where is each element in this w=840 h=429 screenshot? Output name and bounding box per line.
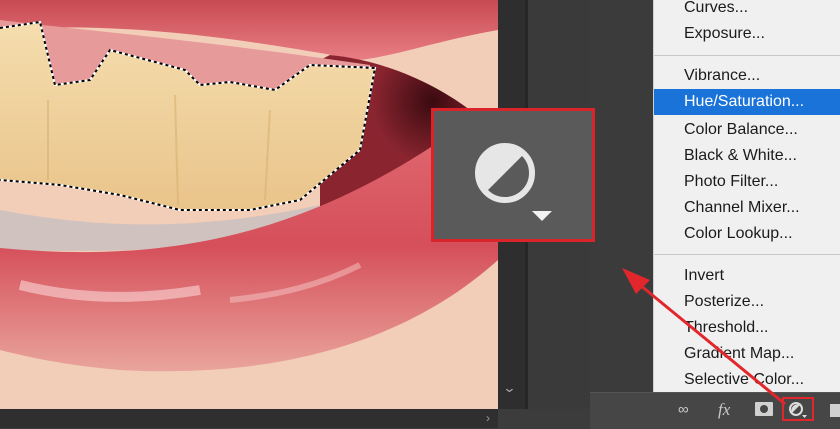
menu-item-color-lookup[interactable]: Color Lookup... xyxy=(654,221,840,247)
menu-item-black-white[interactable]: Black & White... xyxy=(654,143,840,169)
link-icon[interactable]: ∞ xyxy=(678,401,689,419)
layers-bottom-bar: ∞ fx xyxy=(590,392,840,429)
chevron-down-icon[interactable]: ⌄ xyxy=(502,380,516,396)
menu-item-gradient-map[interactable]: Gradient Map... xyxy=(654,341,840,367)
menu-item-posterize[interactable]: Posterize... xyxy=(654,289,840,315)
scroll-right-icon[interactable]: › xyxy=(486,411,490,425)
menu-item-hue-saturation[interactable]: Hue/Saturation... xyxy=(654,89,840,115)
adjustment-layer-button[interactable] xyxy=(782,397,814,421)
horizontal-scrollbar[interactable]: › xyxy=(0,409,498,428)
menu-item-channel-mixer[interactable]: Channel Mixer... xyxy=(654,195,840,221)
menu-item-exposure[interactable]: Exposure... xyxy=(654,21,840,47)
menu-separator xyxy=(654,254,840,255)
adjustment-button-callout xyxy=(431,108,595,242)
add-mask-icon[interactable] xyxy=(754,401,774,422)
menu-item-vibrance[interactable]: Vibrance... xyxy=(654,63,840,89)
menu-item-color-balance[interactable]: Color Balance... xyxy=(654,117,840,143)
half-circle-icon xyxy=(475,143,552,221)
delete-icon[interactable] xyxy=(830,401,840,422)
photo-canvas[interactable] xyxy=(0,0,498,409)
menu-item-invert[interactable]: Invert xyxy=(654,263,840,289)
menu-separator xyxy=(654,55,840,56)
menu-item-photo-filter[interactable]: Photo Filter... xyxy=(654,169,840,195)
adjustment-layer-icon xyxy=(789,402,807,418)
fx-icon[interactable]: fx xyxy=(718,401,730,419)
layers-panel xyxy=(590,0,654,392)
menu-item-selective-color[interactable]: Selective Color... xyxy=(654,367,840,393)
menu-item-threshold[interactable]: Threshold... xyxy=(654,315,840,341)
adjustment-menu: Curves... Exposure... Vibrance... Hue/Sa… xyxy=(654,0,840,392)
menu-item-curves[interactable]: Curves... xyxy=(654,0,840,21)
teeth-photo xyxy=(0,0,498,409)
